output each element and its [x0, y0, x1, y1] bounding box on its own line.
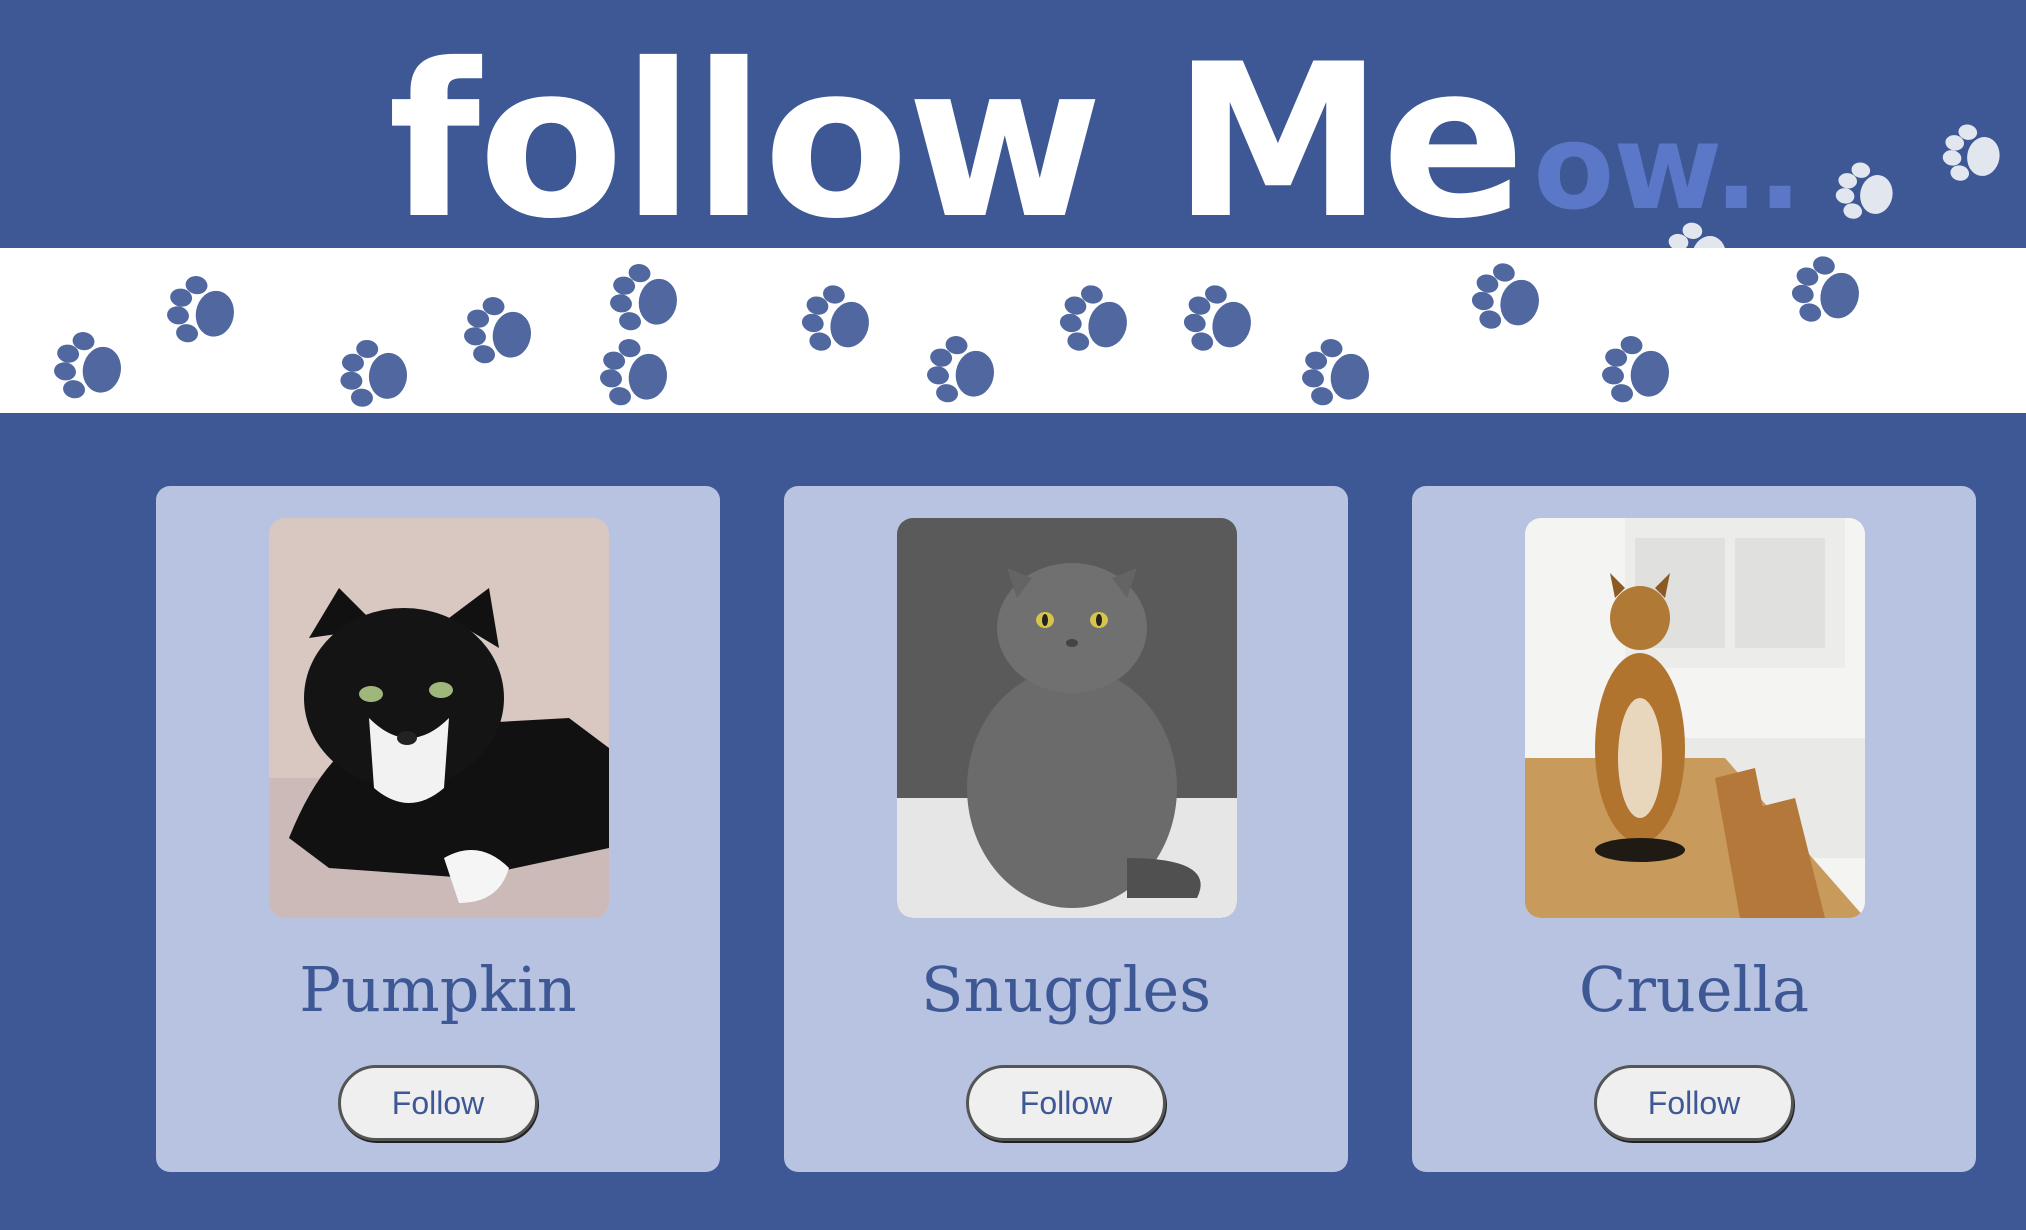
- cat-photo: [897, 518, 1237, 918]
- cat-card: Cruella Follow: [1412, 486, 1976, 1172]
- logo-main-text: follow Me: [388, 18, 1525, 248]
- cat-photo: [1525, 518, 1865, 918]
- cat-name: Snuggles: [920, 953, 1212, 1026]
- logo-suffix-text: ow..: [1533, 98, 1802, 236]
- follow-button[interactable]: Follow: [1594, 1065, 1794, 1141]
- site-logo: follow Me ow..: [388, 18, 1802, 248]
- follow-button[interactable]: Follow: [966, 1065, 1166, 1141]
- cat-photo: [269, 518, 609, 918]
- cat-card: Snuggles Follow: [784, 486, 1348, 1172]
- header: follow Me ow..: [0, 0, 2026, 248]
- cat-card: Pumpkin Follow: [156, 486, 720, 1172]
- follow-button[interactable]: Follow: [338, 1065, 538, 1141]
- paw-print-banner: [0, 248, 2026, 413]
- cat-name: Pumpkin: [299, 953, 577, 1026]
- cat-name: Cruella: [1578, 953, 1810, 1026]
